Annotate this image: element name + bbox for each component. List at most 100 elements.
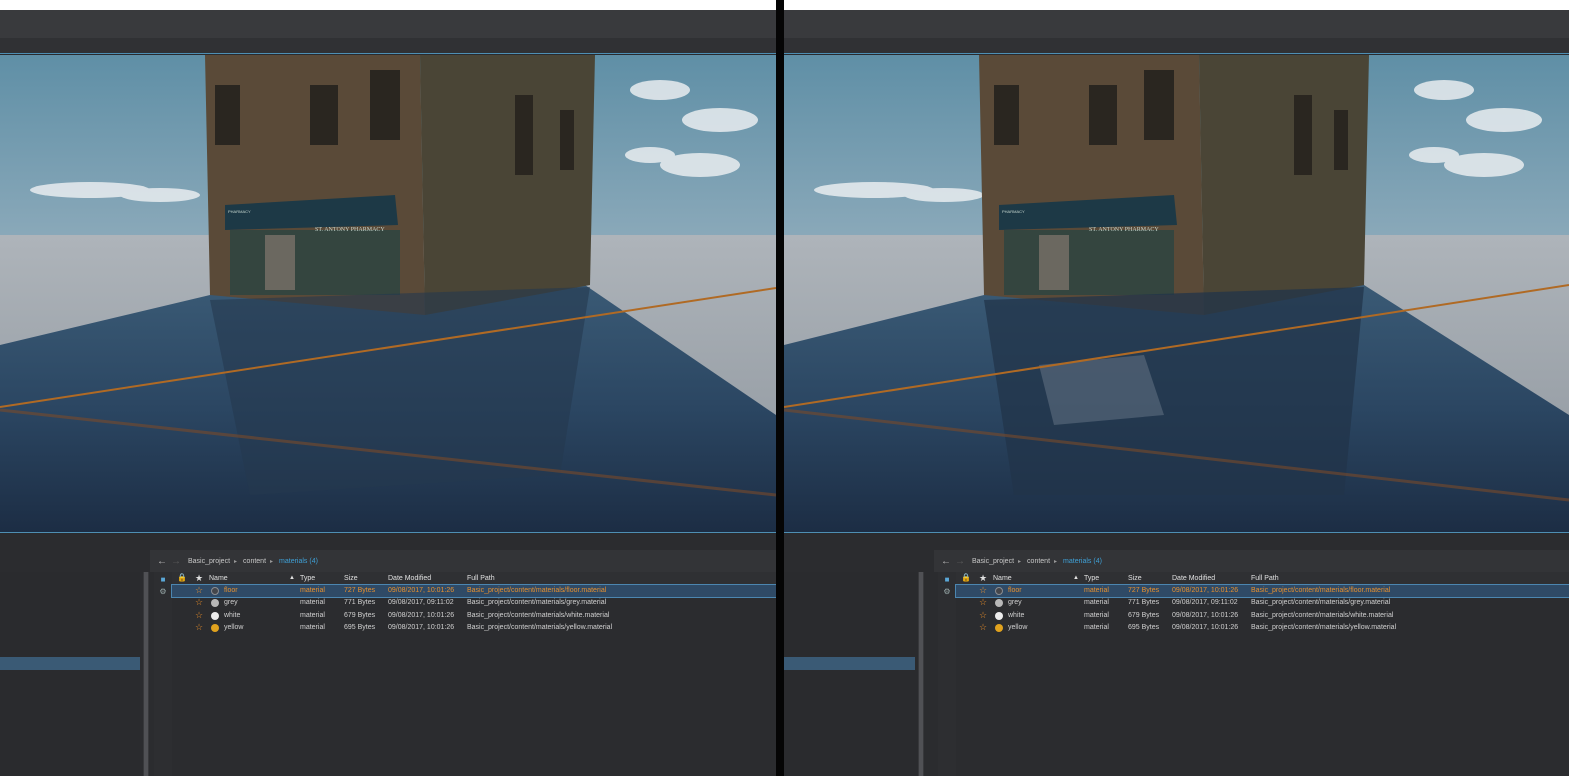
breadcrumb-item[interactable]: Basic_project [972,558,1014,565]
table-row[interactable]: ☆ floor material 727 Bytes 09/08/2017, 10:01… [171,583,776,599]
sort-ascending-icon[interactable]: ▲ [289,575,295,581]
table-row[interactable]: ☆ floor material 727 Bytes 09/08/2017, 10:01… [955,583,1569,599]
star-icon[interactable]: ☆ [979,585,987,596]
row-path: Basic_project/content/materials/grey.mat… [1251,599,1391,607]
row-type: material [1084,587,1109,594]
main-toolbar [0,10,776,38]
arrow-left-icon[interactable]: ← [940,556,952,567]
folder-tree-selected-item[interactable] [0,657,140,670]
row-size: 727 Bytes [344,587,376,594]
row-date: 09/08/2017, 09:11:02 [388,599,454,607]
table-row[interactable]: ☆ white material 679 Bytes 09/08/2017, 10:01… [956,610,1569,622]
scene-viewport[interactable]: ST. ANTONY PHARMACY PHARMACY [784,55,1569,533]
column-header-name[interactable]: Name [209,575,228,582]
folder-tree[interactable] [784,572,924,776]
column-header-name[interactable]: Name [993,575,1012,582]
lock-icon[interactable]: 🔒 [961,573,971,582]
row-size: 679 Bytes [1128,611,1160,619]
table-row[interactable]: ☆ white material 679 Bytes 09/08/2017, 10:01… [172,610,776,622]
table-row[interactable]: ☆ yellow material 695 Bytes 09/08/2017, 10:0… [172,622,776,634]
panel-splitter[interactable] [143,572,149,776]
scene-viewport[interactable]: ST. ANTONY PHARMACY PHARMACY [0,55,776,533]
star-icon[interactable]: ☆ [195,610,203,621]
row-date: 09/08/2017, 10:01:26 [1172,587,1239,594]
folder-tree-selected-item[interactable] [784,657,915,670]
row-size: 695 Bytes [344,623,376,631]
column-header-path[interactable]: Full Path [1251,575,1279,582]
chevron-right-icon: ▸ [1018,558,1022,565]
row-type: material [300,623,325,631]
breadcrumb-item[interactable]: Basic_project [188,558,230,565]
breadcrumb-item[interactable]: content [243,558,266,565]
panel-gap [784,534,1569,550]
column-header-date[interactable]: Date Modified [1172,575,1215,582]
panel-splitter[interactable] [918,572,924,776]
row-date: 09/08/2017, 10:01:26 [1172,623,1239,631]
row-name: grey [1008,599,1022,607]
lock-icon[interactable]: 🔒 [177,573,187,582]
star-icon[interactable]: ☆ [979,622,987,633]
column-header-type[interactable]: Type [1084,575,1099,582]
row-name: white [1008,611,1025,619]
row-path: Basic_project/content/materials/yellow.m… [1251,623,1397,631]
row-name: yellow [224,623,244,631]
star-icon[interactable]: ★ [979,573,987,584]
row-name: white [224,611,241,619]
column-header-path[interactable]: Full Path [467,575,495,582]
table-row[interactable]: ☆ grey material 771 Bytes 09/08/2017, 09:11:… [172,597,776,609]
folder-tree[interactable] [0,572,140,776]
star-icon[interactable]: ☆ [979,610,987,621]
arrow-left-icon[interactable]: ← [156,556,168,567]
row-type: material [300,587,325,594]
star-icon[interactable]: ☆ [195,585,203,596]
star-icon[interactable]: ☆ [195,622,203,633]
left-editor-pane: ST. ANTONY PHARMACY PHARMACY ← → Basic_p… [0,0,776,776]
sort-ascending-icon[interactable]: ▲ [1073,575,1079,581]
row-name: yellow [1008,623,1028,631]
row-size: 727 Bytes [1128,587,1160,594]
column-header-type[interactable]: Type [300,575,315,582]
chevron-right-icon: ▸ [234,558,238,565]
table-header: 🔒 ★ Name ▲ Type Size Date Modified Full … [956,572,1569,585]
browser-side-toolbar: ■ ⚙ [938,572,956,776]
material-swatch-icon [211,611,219,620]
breadcrumb-item-current[interactable]: materials (4) [1063,558,1102,565]
folder-icon[interactable]: ■ [154,575,172,584]
material-swatch-icon [995,611,1003,620]
split-divider [776,0,784,776]
row-type: material [1084,611,1109,619]
row-date: 09/08/2017, 09:11:02 [1172,599,1238,607]
folder-icon[interactable]: ■ [938,575,956,584]
filter-icon[interactable]: ⚙ [154,587,172,596]
star-icon[interactable]: ☆ [195,597,203,608]
breadcrumb: ← → Basic_project ▸ content ▸ materials … [150,550,776,572]
breadcrumb-item-current[interactable]: materials (4) [279,558,318,565]
small-sign-text: PHARMACY [228,209,251,214]
column-header-date[interactable]: Date Modified [388,575,431,582]
column-header-size[interactable]: Size [1128,575,1142,582]
row-path: Basic_project/content/materials/floor.ma… [467,587,607,594]
asset-table: 🔒 ★ Name ▲ Type Size Date Modified Full … [171,572,776,776]
row-type: material [1084,623,1109,631]
row-date: 09/08/2017, 10:01:26 [388,611,455,619]
scrollbar-thumb[interactable] [919,572,923,776]
browser-side-toolbar: ■ ⚙ [154,572,172,776]
star-icon[interactable]: ☆ [979,597,987,608]
filter-icon[interactable]: ⚙ [938,587,956,596]
row-path: Basic_project/content/materials/white.ma… [1251,611,1394,619]
column-header-size[interactable]: Size [344,575,358,582]
row-path: Basic_project/content/materials/grey.mat… [467,599,607,607]
row-type: material [1084,599,1109,607]
row-name: floor [1008,587,1022,594]
arrow-right-icon[interactable]: → [170,556,182,567]
table-row[interactable]: ☆ yellow material 695 Bytes 09/08/2017, 10:0… [956,622,1569,634]
table-row[interactable]: ☆ grey material 771 Bytes 09/08/2017, 09:11:… [956,597,1569,609]
scrollbar-thumb[interactable] [144,572,148,776]
star-icon[interactable]: ★ [195,573,203,584]
arrow-right-icon[interactable]: → [954,556,966,567]
window-top-strip [784,0,1569,10]
breadcrumb-item[interactable]: content [1027,558,1050,565]
scene-render: ST. ANTONY PHARMACY PHARMACY [0,55,776,532]
row-size: 771 Bytes [344,599,376,607]
row-size: 679 Bytes [344,611,376,619]
